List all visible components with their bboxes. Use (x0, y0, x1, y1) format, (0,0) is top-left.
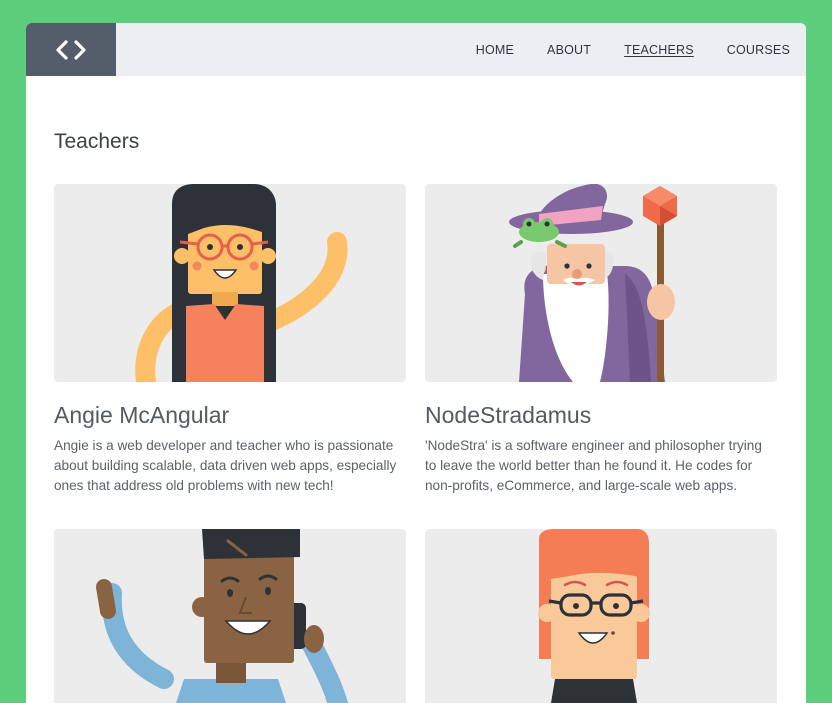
wizard-with-frog-illustration (509, 184, 677, 382)
teacher-name: Angie McAngular (54, 402, 230, 428)
teacher-card: Angie McAngular Angie is a web developer… (54, 184, 406, 496)
teacher-avatar-3 (54, 529, 406, 703)
teacher-name: NodeStradamus (425, 402, 592, 428)
teacher-avatar-4 (425, 529, 777, 703)
teacher-avatar-nodestradamus (425, 184, 777, 382)
main-nav: HOME ABOUT TEACHERS COURSES (443, 23, 790, 76)
teacher-avatar-angie (54, 184, 406, 382)
woman-glasses-waving-illustration (135, 184, 348, 382)
page-title: Teachers (54, 130, 140, 153)
redhead-glasses-illustration (538, 529, 650, 703)
teacher-bio: 'NodeStra' is a software engineer and ph… (425, 438, 762, 493)
page-frame: HOME ABOUT TEACHERS COURSES Teachers Ang… (26, 23, 806, 703)
site-logo[interactable] (26, 23, 116, 76)
teacher-card: NodeStradamus 'NodeStra' is a software e… (425, 184, 777, 496)
teacher-card (54, 529, 406, 703)
code-brackets-icon (56, 39, 86, 60)
teacher-bio: Angie is a web developer and teacher who… (54, 438, 397, 493)
nav-link-courses[interactable]: COURSES (727, 43, 790, 57)
nav-link-about[interactable]: ABOUT (547, 43, 591, 57)
nav-link-teachers[interactable]: TEACHERS (624, 43, 694, 57)
nav-link-home[interactable]: HOME (476, 43, 514, 57)
teacher-card (425, 529, 777, 703)
site-header: HOME ABOUT TEACHERS COURSES (26, 23, 806, 76)
man-on-phone-waving-illustration (96, 529, 349, 703)
